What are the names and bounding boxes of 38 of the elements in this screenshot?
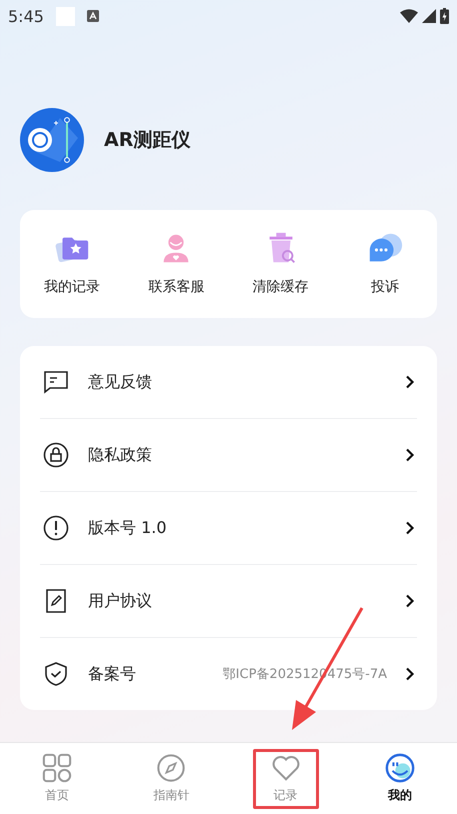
battery-charging-icon bbox=[440, 8, 449, 24]
nav-tab[interactable]: 首页 bbox=[0, 753, 114, 804]
message-icon bbox=[42, 368, 70, 396]
lock-icon bbox=[42, 441, 70, 469]
chevron-right-icon bbox=[405, 594, 415, 608]
compass-icon bbox=[156, 753, 186, 783]
menu-label: 意见反馈 bbox=[88, 372, 153, 392]
status-time: 5:45 bbox=[8, 6, 44, 26]
keyboard-icon bbox=[86, 10, 99, 22]
menu-row[interactable]: 意见反馈 bbox=[40, 346, 417, 419]
notification-icon bbox=[56, 6, 75, 26]
chevron-right-icon bbox=[405, 375, 415, 389]
menu-label: 版本号 1.0 bbox=[88, 518, 168, 538]
shortcut-button[interactable]: 清除缓存 bbox=[228, 230, 333, 296]
app-name: AR测距仪 bbox=[104, 128, 190, 153]
chevron-right-icon bbox=[405, 667, 415, 681]
nav-tab[interactable]: 指南针 bbox=[114, 753, 228, 804]
chevron-right-icon bbox=[405, 521, 415, 535]
shield-check-icon bbox=[42, 660, 70, 688]
grid-icon bbox=[42, 753, 72, 783]
shortcut-button[interactable]: 投诉 bbox=[332, 230, 437, 296]
chevron-right-icon bbox=[405, 448, 415, 462]
heart-icon bbox=[270, 753, 301, 783]
signal-icon bbox=[422, 9, 436, 23]
menu-label: 隐私政策 bbox=[88, 444, 153, 466]
nav-tab[interactable]: 我的 bbox=[342, 753, 457, 804]
menu-row[interactable]: 版本号 1.0 bbox=[40, 492, 417, 565]
wifi-icon bbox=[400, 9, 418, 23]
shortcut-button[interactable]: 联系客服 bbox=[124, 230, 228, 296]
shortcut-button[interactable]: 我的记录 bbox=[20, 230, 124, 296]
menu-label: 备案号 bbox=[88, 664, 137, 684]
highlighted-tab[interactable]: 记录 bbox=[252, 748, 319, 808]
info-icon bbox=[42, 514, 70, 542]
menu-row[interactable]: 隐私政策 bbox=[40, 419, 417, 492]
app-logo bbox=[20, 108, 84, 172]
menu-row[interactable]: 用户协议 bbox=[40, 565, 417, 638]
menu-label: 用户协议 bbox=[88, 590, 153, 612]
smiley-icon bbox=[384, 753, 415, 783]
